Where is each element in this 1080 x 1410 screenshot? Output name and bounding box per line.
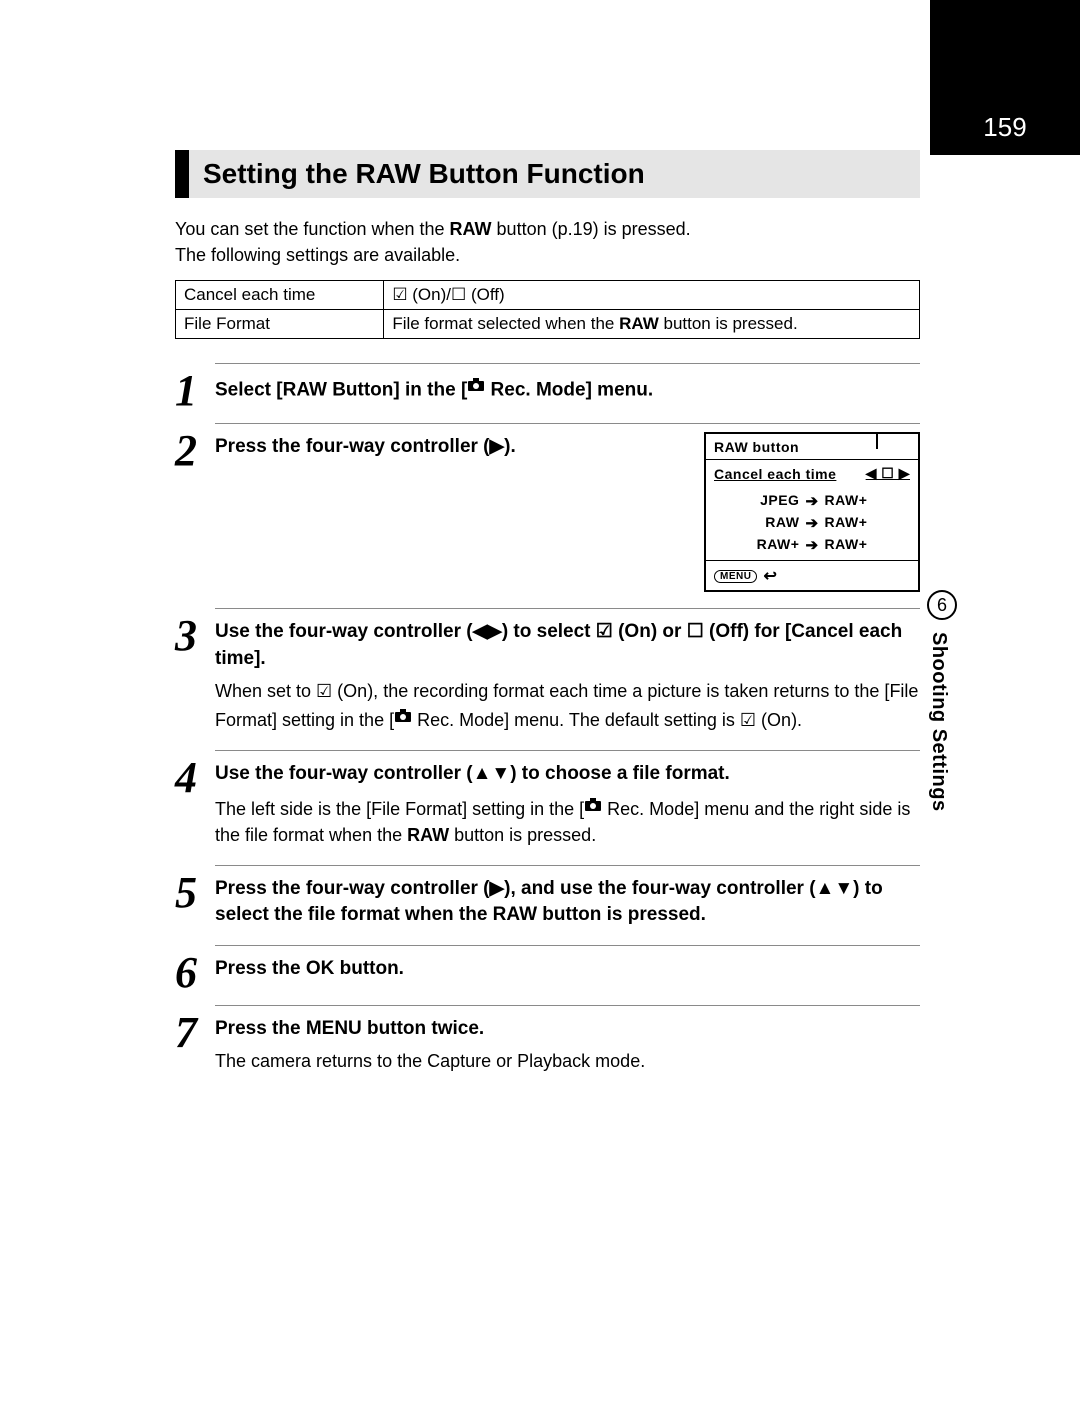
lcd-row-cancel: Cancel each time ◀ ☐ ▶ [706,460,918,486]
step: 3 Use the four-way controller (◀▶) to se… [175,608,920,739]
table-cell: File format selected when the RAW button… [384,310,920,339]
step-title: Press the MENU button twice. [215,1016,920,1043]
lcd-tab-stub [876,432,920,449]
chapter-number: 6 [937,595,947,616]
step: 5 Press the four-way controller (▶), and… [175,865,920,935]
chapter-label: Shooting Settings [927,632,950,812]
step: 6 Press the OK button. [175,945,920,995]
lcd-screen-diagram: RAW button Cancel each time ◀ ☐ ▶ JPEG➔R… [704,432,920,592]
step-number: 2 [175,423,215,473]
step: 2 Press the four-way controller (▶). RAW… [175,423,920,598]
arrow-right-icon: ➔ [805,492,818,510]
step-number: 3 [175,608,215,658]
table-cell: Cancel each time [176,281,384,310]
table-cell: File Format [176,310,384,339]
table-cell: ☑ (On)/☐ (Off) [384,281,920,310]
settings-table: Cancel each time ☑ (On)/☐ (Off) File For… [175,280,920,339]
arrow-right-icon: ➔ [805,536,818,554]
chapter-number-circle: 6 [927,590,957,620]
arrow-right-icon: ➔ [805,514,818,532]
section-heading-bar: Setting the RAW Button Function [175,150,920,198]
camera-icon [394,704,412,730]
section-heading: Setting the RAW Button Function [203,158,920,190]
step-title: Press the OK button. [215,956,920,983]
lcd-format-line: RAW+➔RAW+ [706,534,918,556]
side-tab: 6 Shooting Settings [927,590,957,812]
step-description: When set to ☑ (On), the recording format… [215,678,920,733]
lcd-format-list: JPEG➔RAW+ RAW➔RAW+ RAW+➔RAW+ [706,486,918,560]
step-number: 4 [175,750,215,800]
step-number: 6 [175,945,215,995]
return-arrow-icon: ↩ [763,566,777,586]
intro-text: You can set the function when the RAW bu… [175,216,920,268]
step-number: 1 [175,363,215,413]
lcd-format-line: RAW➔RAW+ [706,512,918,534]
step-title: Select [RAW Button] in the [ Rec. Mode] … [215,374,920,404]
page-number-tab: 159 [930,0,1080,155]
page-number: 159 [983,112,1026,143]
lcd-footer: MENU ↩ [706,560,918,590]
step-title: Press the four-way controller (▶). [215,434,674,461]
step-title: Use the four-way controller (▲▼) to choo… [215,761,920,788]
camera-icon [584,793,602,819]
step-number: 5 [175,865,215,915]
camera-icon [467,374,485,401]
step: 1 Select [RAW Button] in the [ Rec. Mode… [175,363,920,413]
step-number: 7 [175,1005,215,1055]
table-row: File Format File format selected when th… [176,310,920,339]
step: 4 Use the four-way controller (▲▼) to ch… [175,750,920,855]
step: 7 Press the MENU button twice. The camer… [175,1005,920,1081]
step-title: Use the four-way controller (◀▶) to sele… [215,619,920,672]
step-description: The camera returns to the Capture or Pla… [215,1048,920,1074]
step-description: The left side is the [File Format] setti… [215,793,920,848]
lcd-format-line: JPEG➔RAW+ [706,490,918,512]
lcd-title: RAW button [706,434,918,460]
page-content: Setting the RAW Button Function You can … [0,0,1080,1170]
table-row: Cancel each time ☑ (On)/☐ (Off) [176,281,920,310]
step-title: Press the four-way controller (▶), and u… [215,876,920,929]
menu-pill: MENU [714,570,757,583]
